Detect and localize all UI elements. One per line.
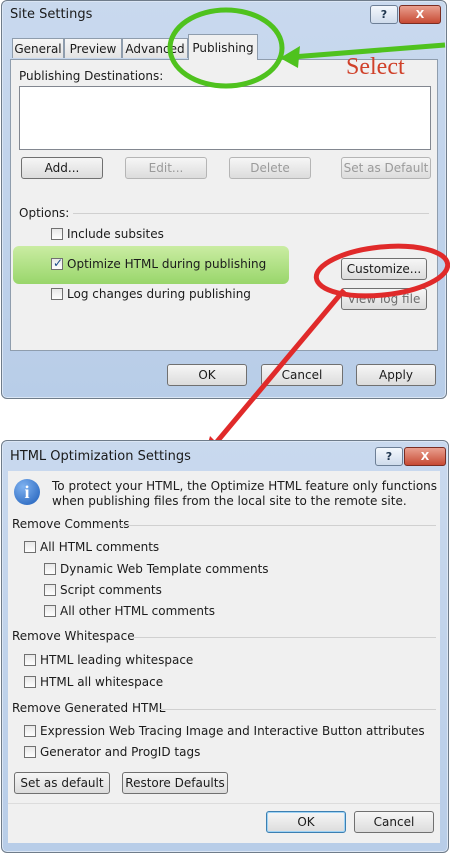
remove-generated-heading: Remove Generated HTML xyxy=(12,701,166,715)
leading-whitespace-checkbox[interactable] xyxy=(24,654,36,666)
restore-defaults-button[interactable]: Restore Defaults xyxy=(122,772,228,794)
info-text: To protect your HTML, the Optimize HTML … xyxy=(52,479,438,508)
generator-tags-label: Generator and ProgID tags xyxy=(40,745,201,759)
red-circle-annotation xyxy=(313,243,450,299)
all-html-comments-checkbox[interactable] xyxy=(24,541,36,553)
tab-publishing[interactable]: Publishing xyxy=(188,34,258,60)
remove-generated-divider xyxy=(160,709,436,710)
html-optimization-window: HTML Optimization Settings ? X i To prot… xyxy=(1,440,449,853)
dwt-comments-label: Dynamic Web Template comments xyxy=(60,562,269,576)
footer-divider xyxy=(8,803,440,804)
cancel-button[interactable]: Cancel xyxy=(354,811,434,833)
script-comments-checkbox[interactable] xyxy=(44,584,56,596)
remove-whitespace-divider xyxy=(134,637,436,638)
leading-whitespace-label: HTML leading whitespace xyxy=(40,653,194,667)
tracing-image-checkbox[interactable] xyxy=(24,725,36,737)
dwt-comments-checkbox[interactable] xyxy=(44,563,56,575)
remove-comments-divider xyxy=(120,525,436,526)
all-html-comments-label: All HTML comments xyxy=(40,540,160,554)
all-whitespace-label: HTML all whitespace xyxy=(40,675,164,689)
all-whitespace-checkbox[interactable] xyxy=(24,676,36,688)
red-arrow-annotation xyxy=(208,288,346,452)
html-optimization-titlebar[interactable]: HTML Optimization Settings ? X xyxy=(2,441,448,469)
remove-comments-heading: Remove Comments xyxy=(12,517,130,531)
dialog-title: HTML Optimization Settings xyxy=(10,449,191,464)
generator-tags-checkbox[interactable] xyxy=(24,746,36,758)
remove-whitespace-heading: Remove Whitespace xyxy=(12,629,135,643)
close-button[interactable]: X xyxy=(404,447,446,466)
other-comments-label: All other HTML comments xyxy=(60,604,215,618)
set-as-default-button[interactable]: Set as default xyxy=(14,772,110,794)
tracing-image-label: Expression Web Tracing Image and Interac… xyxy=(40,724,425,738)
script-comments-label: Script comments xyxy=(60,583,162,597)
other-comments-checkbox[interactable] xyxy=(44,605,56,617)
ok-button[interactable]: OK xyxy=(266,811,346,833)
help-button[interactable]: ? xyxy=(375,447,403,466)
select-annotation-text: Select xyxy=(346,54,405,80)
info-icon: i xyxy=(14,479,40,505)
optimization-panel: i To protect your HTML, the Optimize HTM… xyxy=(8,471,440,843)
